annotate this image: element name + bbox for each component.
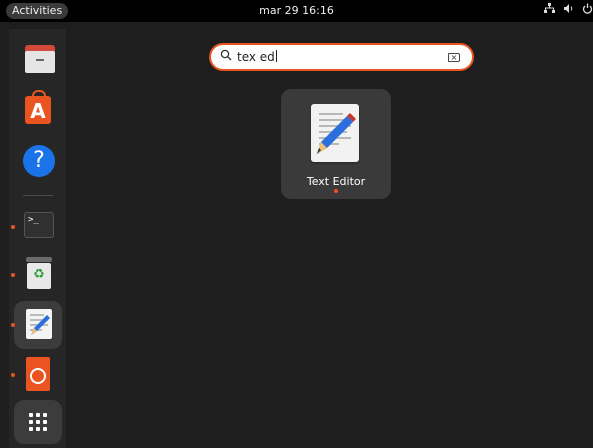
dock: A ? >_ ♻ <box>9 29 66 448</box>
search-query[interactable]: tex ed <box>237 50 277 64</box>
power-icon <box>582 3 593 17</box>
running-indicator <box>11 225 15 229</box>
app-result-text-editor[interactable]: Text Editor <box>281 89 391 199</box>
dock-item-trash[interactable]: ♻ <box>11 251 62 299</box>
running-indicator <box>334 189 338 193</box>
running-indicator <box>11 373 15 377</box>
software-store-icon: A <box>25 90 51 124</box>
text-editor-icon <box>26 309 52 339</box>
text-editor-icon <box>311 104 359 162</box>
files-icon <box>25 45 55 75</box>
dock-item-terminal[interactable]: >_ <box>11 203 62 251</box>
show-applications-button[interactable] <box>14 400 62 444</box>
app-result-label: Text Editor <box>306 175 366 188</box>
running-indicator <box>11 323 15 327</box>
dock-item-help[interactable]: ? <box>14 139 62 187</box>
ubuntu-icon <box>26 357 50 391</box>
top-bar: Activities mar 29 16:16 <box>0 0 593 22</box>
trash-icon: ♻ <box>26 257 52 289</box>
running-indicator <box>11 273 15 277</box>
terminal-icon: >_ <box>24 212 54 238</box>
volume-icon <box>563 3 574 17</box>
dock-separator <box>23 195 53 196</box>
system-menu[interactable] <box>544 3 593 17</box>
search-input[interactable]: tex ed × <box>209 43 474 71</box>
clear-icon[interactable]: × <box>448 53 460 62</box>
clock[interactable]: mar 29 16:16 <box>0 4 593 17</box>
network-icon <box>544 3 555 17</box>
help-icon: ? <box>23 145 55 177</box>
search-icon <box>220 49 232 65</box>
dock-item-ubuntu[interactable] <box>11 351 62 399</box>
dock-item-files[interactable] <box>14 37 62 85</box>
dock-item-app-center[interactable]: A <box>14 88 62 136</box>
app-grid-icon <box>29 413 47 431</box>
dock-item-text-editor[interactable] <box>11 301 62 349</box>
